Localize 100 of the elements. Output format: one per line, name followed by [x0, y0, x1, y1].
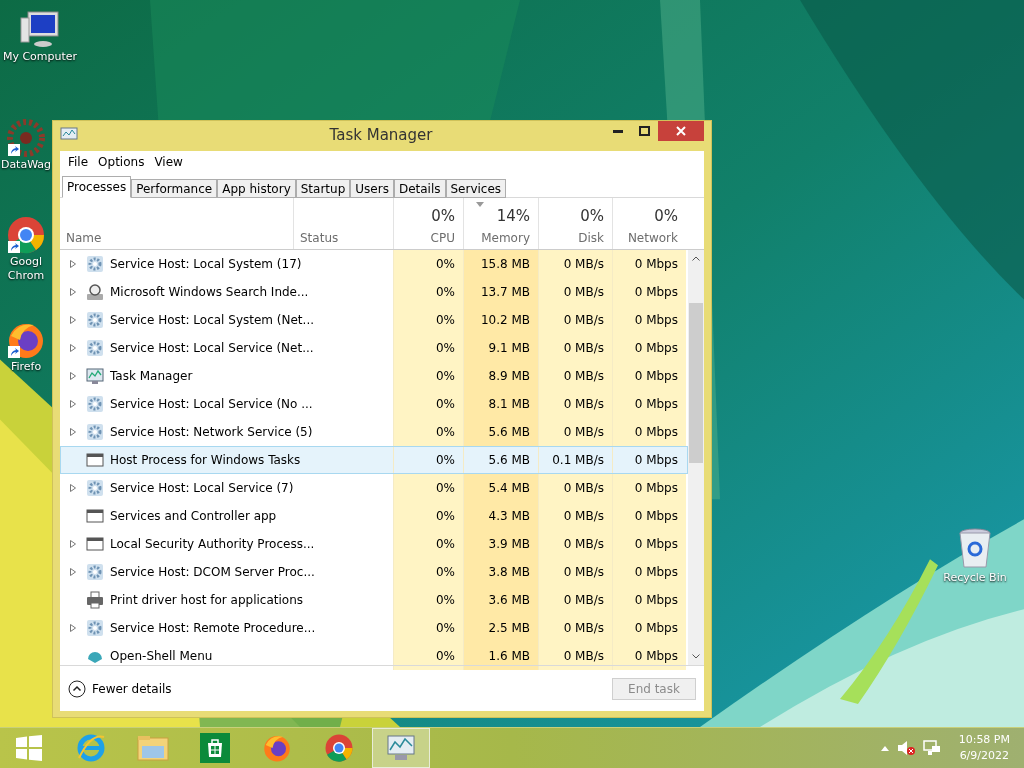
table-cell: 0 MB/s: [538, 558, 612, 586]
table-cell: 0 Mbps: [612, 586, 686, 614]
process-name: Service Host: Local System (17): [110, 257, 302, 271]
table-cell: 0%: [393, 390, 463, 418]
process-name: Microsoft Windows Search Inde...: [110, 285, 309, 299]
column-header[interactable]: 0% CPU: [393, 198, 463, 249]
table-cell: 0 MB/s: [538, 362, 612, 390]
process-row[interactable]: Task Manager 0% 8.9 MB 0 MB/s 0 Mbps: [60, 362, 688, 390]
tab[interactable]: Processes: [62, 176, 132, 198]
tab[interactable]: Performance: [131, 179, 218, 198]
column-header[interactable]: 0% Disk: [538, 198, 612, 249]
process-name: Service Host: Local Service (No ...: [110, 397, 313, 411]
process-row[interactable]: Service Host: Local System (17) 0% 15.8 MB 0 MB/s 0 Mbps: [60, 250, 688, 278]
tab[interactable]: Services: [445, 179, 507, 198]
table-cell: 1.6 MB: [463, 642, 538, 670]
process-name: Host Process for Windows Tasks: [110, 453, 301, 467]
network-icon[interactable]: [922, 740, 941, 756]
tab[interactable]: Users: [350, 179, 394, 198]
process-name: Service Host: Local System (Net...: [110, 313, 314, 327]
table-cell: 0%: [393, 334, 463, 362]
process-name: Service Host: Local Service (7): [110, 481, 294, 495]
process-name: Print driver host for applications: [110, 593, 303, 607]
store-icon: [200, 733, 230, 763]
folder-icon: [137, 734, 169, 762]
table-cell: 2.5 MB: [463, 614, 538, 642]
table-cell: 0 MB/s: [538, 418, 612, 446]
icon-label: Recycle Bin: [943, 571, 1007, 585]
close-icon: [676, 126, 686, 136]
table-cell: 0 Mbps: [612, 278, 686, 306]
table-cell: 0%: [393, 418, 463, 446]
table-cell: 0 Mbps: [612, 418, 686, 446]
process-row[interactable]: Service Host: Local Service (7) 0% 5.4 MB 0 MB/s 0 Mbps: [60, 474, 688, 502]
tab[interactable]: App history: [217, 179, 296, 198]
windows-logo-icon: [16, 735, 42, 761]
column-header[interactable]: 0% Network: [612, 198, 686, 249]
process-name: Open-Shell Menu: [110, 649, 213, 663]
process-row[interactable]: Service Host: DCOM Server Proc... 0% 3.8 MB 0 MB/s 0 Mbps: [60, 558, 688, 586]
computer-icon: [18, 10, 62, 50]
scrollbar[interactable]: [688, 250, 704, 665]
window-icon: [86, 535, 104, 553]
process-row[interactable]: Services and Controller app 0% 4.3 MB 0 MB/s 0 Mbps: [60, 502, 688, 530]
process-name: Services and Controller app: [110, 509, 277, 523]
icon-label: Chrom: [7, 269, 45, 283]
process-row[interactable]: Open-Shell Menu 0% 1.6 MB 0 MB/s 0 Mbps: [60, 642, 688, 670]
monitor-chart-icon: [86, 367, 104, 385]
taskbar-button[interactable]: [372, 728, 430, 768]
table-cell: 0 Mbps: [612, 530, 686, 558]
process-row[interactable]: Service Host: Remote Procedure... 0% 2.5 MB 0 MB/s 0 Mbps: [60, 614, 688, 642]
process-row[interactable]: Microsoft Windows Search Inde... 0% 13.7 MB 0 MB/s 0 Mbps: [60, 278, 688, 306]
table-cell: 8.1 MB: [463, 390, 538, 418]
table-cell: 0%: [393, 362, 463, 390]
scroll-thumb[interactable]: [689, 303, 703, 463]
process-name: Task Manager: [110, 369, 193, 383]
scroll-down-icon: [692, 654, 700, 659]
table-cell: 15.8 MB: [463, 250, 538, 278]
fewer-details-button[interactable]: Fewer details: [68, 679, 172, 698]
gear-icon: [86, 423, 104, 441]
monitor-chart-icon: [386, 734, 416, 762]
caret-up-icon[interactable]: [880, 745, 889, 751]
process-row[interactable]: Print driver host for applications 0% 3.6 MB 0 MB/s 0 Mbps: [60, 586, 688, 614]
speaker-muted-icon[interactable]: [896, 740, 915, 756]
tab[interactable]: Details: [393, 179, 446, 198]
table-cell: 0 MB/s: [538, 642, 612, 670]
window-icon: [86, 507, 104, 525]
menu-item[interactable]: View: [150, 153, 187, 171]
process-name: Local Security Authority Process...: [110, 537, 315, 551]
process-row[interactable]: Service Host: Local Service (Net... 0% 9.1 MB 0 MB/s 0 Mbps: [60, 334, 688, 362]
table-cell: 0 Mbps: [612, 642, 686, 670]
table-cell: 3.9 MB: [463, 530, 538, 558]
close-button[interactable]: [658, 121, 704, 141]
table-cell: 0%: [393, 614, 463, 642]
tab[interactable]: Startup: [295, 179, 351, 198]
table-cell: 0 Mbps: [612, 250, 686, 278]
process-name: Service Host: Network Service (5): [110, 425, 313, 439]
process-row[interactable]: Host Process for Windows Tasks 0% 5.6 MB 0.1 MB/s 0 Mbps: [60, 446, 688, 474]
gear-icon: [86, 619, 104, 637]
menu-item[interactable]: File: [64, 153, 93, 171]
flower-icon: [6, 118, 46, 158]
column-header[interactable]: Name: [60, 198, 293, 249]
menu-item[interactable]: Options: [94, 153, 149, 171]
process-row[interactable]: Service Host: Local Service (No ... 0% 8.1 MB 0 MB/s 0 Mbps: [60, 390, 688, 418]
firefox-icon: [262, 733, 292, 763]
column-header[interactable]: Status: [293, 198, 393, 249]
column-header[interactable]: 14% Memory: [463, 198, 538, 249]
process-row[interactable]: Service Host: Local System (Net... 0% 10.2 MB 0 MB/s 0 Mbps: [60, 306, 688, 334]
gear-icon: [86, 339, 104, 357]
table-cell: 5.6 MB: [463, 418, 538, 446]
table-cell: 0%: [393, 530, 463, 558]
table-cell: 9.1 MB: [463, 334, 538, 362]
table-cell: 0%: [393, 558, 463, 586]
process-row[interactable]: Local Security Authority Process... 0% 3.9 MB 0 MB/s 0 Mbps: [60, 530, 688, 558]
table-cell: 0 Mbps: [612, 390, 686, 418]
process-row[interactable]: Service Host: Network Service (5) 0% 5.6 MB 0 MB/s 0 Mbps: [60, 418, 688, 446]
table-cell: 0%: [393, 306, 463, 334]
app-icon: [60, 127, 78, 143]
gear-icon: [86, 395, 104, 413]
gear-icon: [86, 255, 104, 273]
table-cell: 13.7 MB: [463, 278, 538, 306]
table-cell: 0 MB/s: [538, 278, 612, 306]
window-icon: [86, 451, 104, 469]
